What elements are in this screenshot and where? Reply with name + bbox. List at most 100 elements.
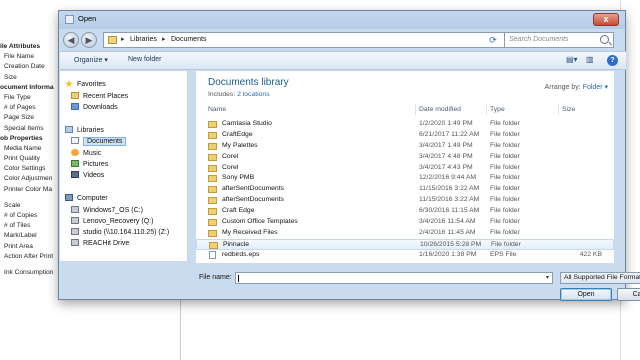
open-button[interactable]: Open <box>560 288 612 301</box>
background-property-label: Scale <box>4 201 21 209</box>
libraries-icon <box>65 126 73 133</box>
nav-item-computer[interactable]: Computer <box>65 193 108 204</box>
file-type-cell: File folder <box>490 174 520 182</box>
view-options-icon[interactable]: ▤▾ <box>566 55 578 64</box>
search-icon[interactable] <box>600 35 609 44</box>
nav-item-downloads[interactable]: Downloads <box>71 102 118 113</box>
text-caret <box>238 275 239 282</box>
file-row[interactable]: Corel 3/4/2017 4:43 PM File folder <box>196 163 614 174</box>
file-row[interactable]: Craft Edge 6/30/2016 11:15 AM File folder <box>196 206 614 217</box>
nav-item-windows7-os-c[interactable]: Windows7_OS (C:) <box>71 205 143 216</box>
file-name-dropdown-icon[interactable]: ▾ <box>546 274 549 281</box>
file-row[interactable]: Pinnacle 10/26/2015 5:28 PM File folder <box>196 238 614 250</box>
breadcrumb-separator: ▸ <box>121 36 125 43</box>
column-header-name[interactable]: Name <box>208 106 226 113</box>
folder-icon <box>208 142 217 150</box>
nav-item-label: Documents <box>83 137 127 146</box>
nav-item-videos[interactable]: Videos <box>71 170 104 181</box>
file-date-cell: 11/15/2016 3:22 AM <box>419 185 480 193</box>
drive-icon <box>71 239 79 246</box>
file-row[interactable]: CraftEdge 6/21/2017 11:22 AM File folder <box>196 130 614 141</box>
file-row[interactable]: Sony PMB 12/2/2016 9:44 AM File folder <box>196 173 614 184</box>
breadcrumb-libraries[interactable]: Libraries <box>130 36 157 43</box>
nav-item-network[interactable]: Network <box>65 260 103 261</box>
drive-icon <box>71 206 79 213</box>
nav-item-reachit-drive[interactable]: REACHit Drive <box>71 238 129 249</box>
folder-icon <box>208 121 217 128</box>
arrange-by-label: Arrange by: <box>544 84 581 91</box>
nav-item-recent-places[interactable]: Recent Places <box>71 91 128 102</box>
forward-arrow-icon: ▶ <box>85 35 93 45</box>
dialog-titlebar[interactable]: Open x <box>59 11 625 29</box>
file-row[interactable]: My Received Files 2/4/2016 11:45 AM File f… <box>196 228 614 239</box>
organize-button[interactable]: Organize ▾ <box>74 56 108 64</box>
dialog-app-icon <box>65 15 74 24</box>
column-header-date[interactable]: Date modified <box>419 106 461 113</box>
breadcrumb-separator: ▸ <box>162 36 166 43</box>
close-button[interactable]: x <box>593 13 619 26</box>
file-date-cell: 12/2/2016 9:44 AM <box>419 174 477 182</box>
computer-icon <box>65 194 73 201</box>
file-date-cell: 1/2/2020 1:49 PM <box>419 120 473 127</box>
nav-item-pictures[interactable]: Pictures <box>71 159 108 170</box>
file-row[interactable]: Custom Office Templates 3/4/2016 11:54 AM… <box>196 217 614 228</box>
file-row[interactable]: afterSentDocuments 11/15/2016 3:22 AM File… <box>196 184 614 195</box>
breadcrumb-documents[interactable]: Documents <box>171 36 206 43</box>
file-type-cell: File folder <box>490 207 520 215</box>
folder-icon <box>208 175 217 183</box>
column-divider[interactable] <box>558 104 559 115</box>
library-locations-link[interactable]: 2 locations <box>237 91 270 98</box>
library-title: Documents library <box>208 77 289 88</box>
nav-item-music[interactable]: Music <box>71 148 101 159</box>
column-header-type[interactable]: Type <box>490 106 505 113</box>
address-bar[interactable]: ▸ Libraries ▸ Documents ▾ <box>103 32 527 48</box>
file-name-cell: Sony PMB <box>222 174 255 182</box>
file-date-cell: 6/21/2017 11:22 AM <box>419 130 480 138</box>
file-date-cell: 1/16/2020 1:38 PM <box>419 250 477 258</box>
help-icon[interactable]: ? <box>607 55 618 66</box>
nav-item-label: Favorites <box>77 81 106 88</box>
new-folder-button[interactable]: New folder <box>128 56 161 63</box>
file-row[interactable]: Camtasia Studio 1/2/2020 1:49 PM File fold… <box>196 119 614 130</box>
refresh-icon[interactable]: ⟳ <box>486 33 500 47</box>
nav-item-libraries[interactable]: Libraries <box>65 125 104 136</box>
nav-item-lenovo-recovery-q[interactable]: Lenovo_Recovery (Q:) <box>71 216 153 227</box>
cancel-button[interactable]: Cancel <box>617 288 640 301</box>
navigation-pane: Favorites Recent Places Downloads Libraries… <box>60 71 188 261</box>
background-property-label: Color Adjustmen <box>4 175 53 183</box>
file-row[interactable]: redbirds.eps 1/16/2020 1:38 PM EPS File 422… <box>196 250 614 261</box>
background-property-label: # of Copies <box>4 212 38 219</box>
background-property-label: File Type <box>4 93 31 101</box>
nav-item-label: Music <box>83 150 102 157</box>
file-type-cell: File folder <box>490 218 520 226</box>
eps-file-icon <box>209 250 216 259</box>
background-property-label: File Name <box>4 53 35 61</box>
file-type-select[interactable]: All Supported File Format ▾ <box>560 272 640 284</box>
file-name-input[interactable]: ▾ <box>235 272 553 284</box>
nav-item-documents[interactable]: Documents <box>71 136 127 147</box>
back-button[interactable]: ◀ <box>63 32 79 48</box>
file-type-cell: File folder <box>490 130 520 138</box>
file-name-cell: Craft Edge <box>222 207 255 215</box>
file-name-cell: Camtasia Studio <box>222 120 272 127</box>
forward-button[interactable]: ▶ <box>81 32 97 48</box>
search-box[interactable]: Search Documents <box>504 32 614 48</box>
column-header-size[interactable]: Size <box>562 106 575 113</box>
file-size-cell: 422 KB <box>579 250 602 258</box>
nav-item-studio-10-164-110-25-z[interactable]: studio (\\10.164.110.25) (Z:) <box>71 227 169 238</box>
file-name-cell: Corel <box>222 152 239 160</box>
column-divider[interactable] <box>415 104 416 115</box>
file-row[interactable]: afterSentDocuments 11/15/2016 3:22 AM File… <box>196 195 614 206</box>
background-property-label: Color Settings <box>4 165 46 173</box>
arrange-by: Arrange by: Folder ▾ <box>545 83 608 91</box>
folder-icon <box>208 219 217 227</box>
file-row[interactable]: Corel 3/4/2017 4:48 PM File folder <box>196 152 614 163</box>
nav-item-label: Recent Places <box>83 93 129 100</box>
nav-item-favorites[interactable]: Favorites <box>65 79 106 90</box>
preview-pane-icon[interactable]: ▥ <box>586 55 594 64</box>
file-date-cell: 3/4/2017 4:48 PM <box>419 152 473 160</box>
library-includes-label: Includes: <box>208 91 238 98</box>
file-row[interactable]: My Palettes 3/4/2017 1:49 PM File folder <box>196 141 614 152</box>
arrange-by-dropdown[interactable]: Folder ▾ <box>583 84 608 91</box>
column-divider[interactable] <box>486 104 487 115</box>
